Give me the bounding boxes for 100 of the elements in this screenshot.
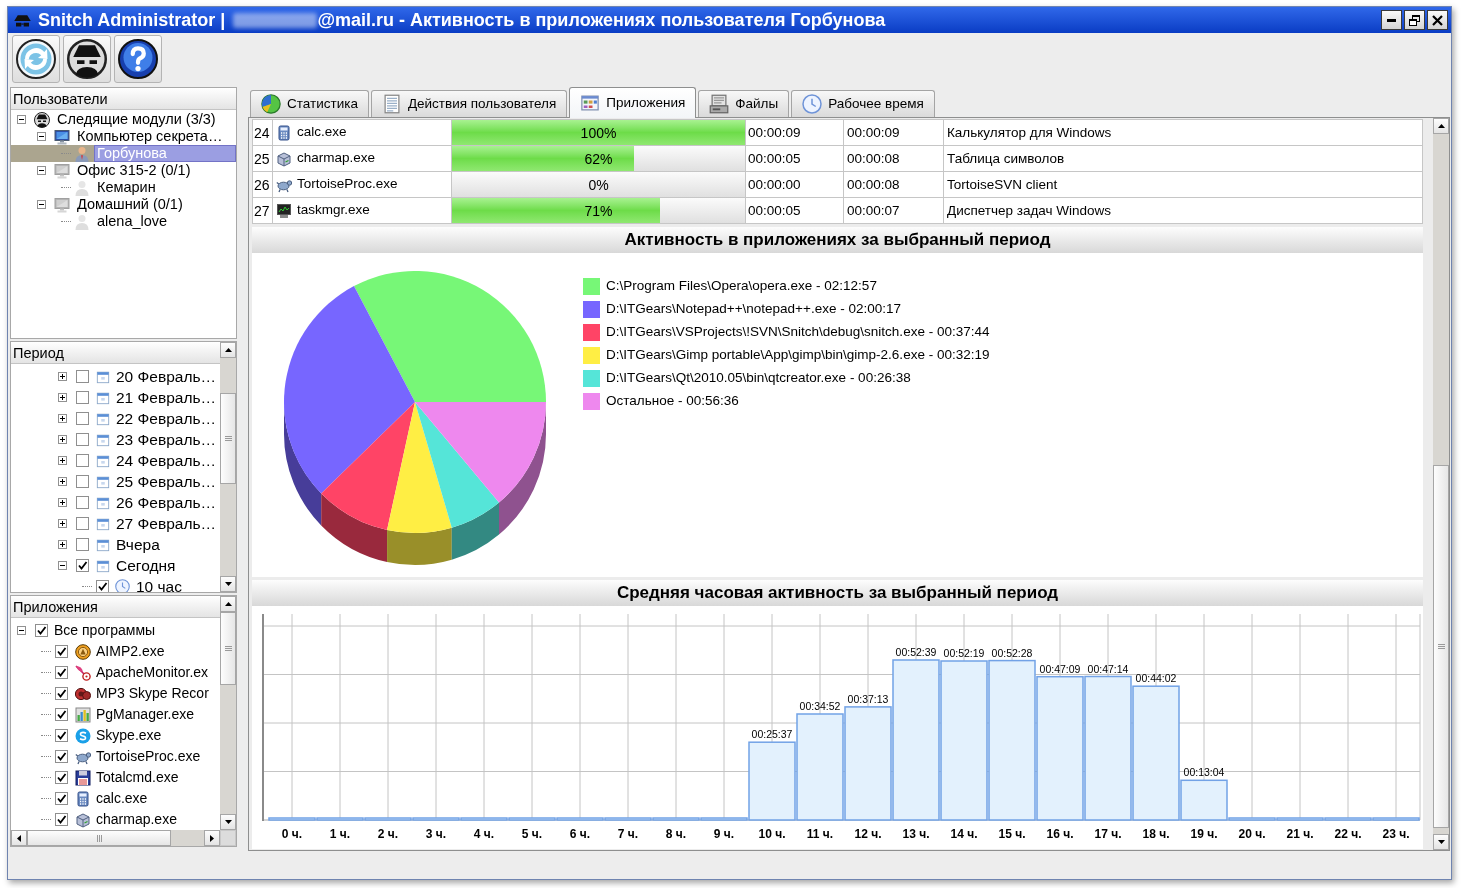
legend-label: C:\Program Files\Opera\opera.exe - 02:12:57	[606, 277, 877, 296]
minimize-button[interactable]	[1381, 10, 1402, 30]
tab[interactable]: Приложения	[569, 87, 697, 118]
tree-item[interactable]: 27 Февраль…	[116, 514, 217, 533]
collapse-toggle[interactable]	[16, 626, 26, 635]
collapse-toggle[interactable]	[36, 132, 46, 141]
tree-item[interactable]: alena_love	[94, 213, 171, 230]
checkbox[interactable]	[76, 454, 89, 467]
tree-item[interactable]: Кемарин	[94, 179, 159, 196]
toolbar-button[interactable]	[114, 35, 162, 83]
tree-item[interactable]: 24 Февраль…	[116, 451, 217, 470]
scroll-up-button[interactable]	[1433, 118, 1449, 134]
checkbox[interactable]	[76, 391, 89, 404]
checkbox[interactable]	[55, 666, 68, 679]
restore-button[interactable]	[1404, 10, 1425, 30]
scroll-down-button[interactable]	[220, 576, 236, 592]
checkbox[interactable]	[55, 750, 68, 763]
tree-item[interactable]: Компьютер секрета…	[74, 128, 226, 145]
tree-item[interactable]: 25 Февраль…	[116, 472, 217, 491]
spy-icon	[13, 13, 32, 27]
tree-item[interactable]: Домашний (0/1)	[74, 196, 186, 213]
tree-item[interactable]: 26 Февраль…	[116, 493, 217, 512]
scrollbar-thumb[interactable]	[220, 612, 236, 685]
tree-item[interactable]: calc.exe	[96, 789, 148, 808]
tree-item[interactable]: Skype.exe	[96, 726, 162, 745]
tab[interactable]: Действия пользователя	[370, 90, 568, 117]
table-cell: 00:00:07	[844, 198, 944, 223]
tree-item[interactable]: 22 Февраль…	[116, 409, 217, 428]
tree-item[interactable]: 20 Февраль…	[116, 367, 217, 386]
checkbox[interactable]	[76, 517, 89, 530]
value-label: 00:44:02	[1135, 672, 1177, 685]
tree-item[interactable]: charmap.exe	[96, 810, 177, 829]
tab[interactable]: Файлы	[698, 90, 790, 117]
expand-toggle[interactable]	[57, 456, 67, 465]
tree-item[interactable]: 21 Февраль…	[116, 388, 217, 407]
checkbox[interactable]	[55, 687, 68, 700]
table-cell-text: taskmgr.exe	[297, 201, 370, 220]
scroll-down-button[interactable]	[220, 814, 236, 830]
scrollbar-thumb[interactable]	[220, 393, 236, 484]
expand-toggle[interactable]	[57, 435, 67, 444]
checkbox[interactable]	[55, 708, 68, 721]
axis-label: 16 ч.	[1046, 827, 1074, 841]
feather-icon	[75, 664, 91, 681]
checkbox[interactable]	[55, 771, 68, 784]
tree-item[interactable]: Все программы	[54, 621, 156, 640]
toolbar-button[interactable]	[12, 35, 60, 83]
checkbox[interactable]	[76, 559, 89, 572]
tree-item[interactable]: Totalcmd.exe	[96, 768, 179, 787]
close-button[interactable]	[1427, 10, 1448, 30]
checkbox[interactable]	[76, 538, 89, 551]
scroll-left-button[interactable]	[11, 830, 27, 846]
checkbox[interactable]	[55, 792, 68, 805]
checkbox[interactable]	[76, 433, 89, 446]
checkbox[interactable]	[76, 475, 89, 488]
value-label: 00:13:04	[1183, 766, 1225, 779]
tree-item[interactable]: Сегодня	[116, 556, 176, 575]
scrollbar-thumb[interactable]	[1433, 465, 1449, 828]
calendar-icon	[96, 558, 110, 573]
expand-toggle[interactable]	[57, 498, 67, 507]
tree-item[interactable]: TortoiseProc.exe	[96, 747, 201, 766]
expand-toggle[interactable]	[57, 519, 67, 528]
tree-item[interactable]: ApacheMonitor.ex	[96, 663, 209, 682]
tab[interactable]: Статистика	[250, 90, 369, 117]
tab[interactable]: Рабочее время	[791, 90, 935, 117]
scroll-up-button[interactable]	[220, 596, 236, 612]
close-icon	[1432, 14, 1443, 26]
monitor-icon	[276, 202, 292, 219]
collapse-toggle[interactable]	[57, 561, 67, 570]
checkbox[interactable]	[76, 496, 89, 509]
collapse-toggle[interactable]	[16, 115, 26, 124]
toolbar-button[interactable]	[63, 35, 111, 83]
scrollbar-thumb[interactable]	[27, 830, 171, 846]
checkbox[interactable]	[55, 645, 68, 658]
tree-item[interactable]: Следящие модули (3/3)	[54, 111, 219, 128]
expand-toggle[interactable]	[57, 372, 67, 381]
scroll-down-button[interactable]	[1433, 834, 1449, 850]
collapse-toggle[interactable]	[36, 200, 46, 209]
checkbox[interactable]	[55, 729, 68, 742]
tree-item[interactable]: PgManager.exe	[96, 705, 195, 724]
expand-toggle[interactable]	[57, 477, 67, 486]
tree-item[interactable]: AIMP2.exe	[96, 642, 165, 661]
calendar-icon	[96, 537, 110, 552]
tree-item[interactable]: 10 час	[136, 577, 182, 592]
checkbox[interactable]	[35, 624, 48, 637]
panel-header: Пользователи	[11, 88, 236, 110]
expand-toggle[interactable]	[57, 393, 67, 402]
collapse-toggle[interactable]	[36, 166, 46, 175]
checkbox[interactable]	[96, 580, 109, 592]
tree-item[interactable]: Офис 315-2 (0/1)	[74, 162, 194, 179]
scroll-right-button[interactable]	[204, 830, 220, 846]
checkbox[interactable]	[55, 813, 68, 826]
expand-toggle[interactable]	[57, 414, 67, 423]
checkbox[interactable]	[76, 412, 89, 425]
expand-toggle[interactable]	[57, 540, 67, 549]
scroll-up-button[interactable]	[220, 342, 236, 358]
tree-item[interactable]: 23 Февраль…	[116, 430, 217, 449]
tree-item[interactable]: Вчера	[116, 535, 160, 554]
axis-label: 14 ч.	[950, 827, 978, 841]
checkbox[interactable]	[76, 370, 89, 383]
tree-item[interactable]: MP3 Skype Recor	[96, 684, 209, 703]
